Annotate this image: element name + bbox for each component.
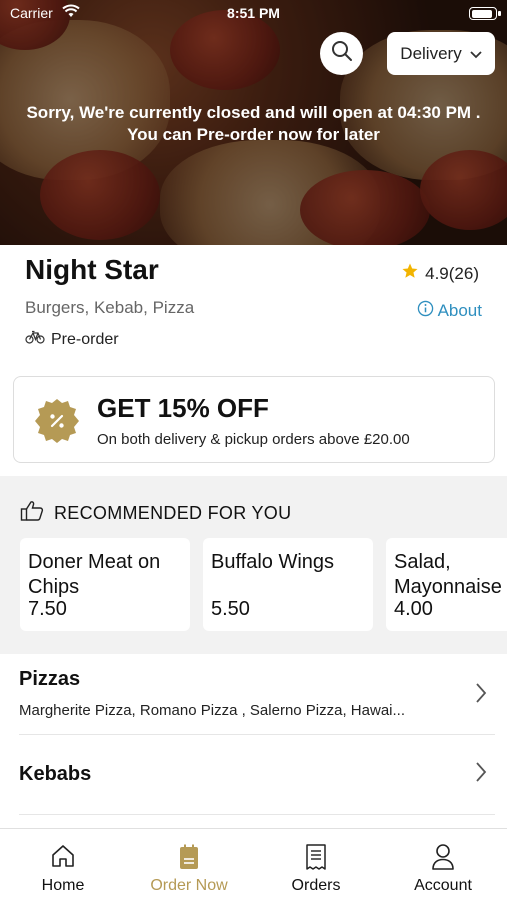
- recommended-item-name: Buffalo Wings: [211, 551, 335, 573]
- rating[interactable]: 4.9(26): [401, 262, 479, 285]
- closed-message-line2: You can Pre-order now for later: [127, 125, 380, 144]
- recommended-item-card[interactable]: Salad, Mayonnaise 4.00: [386, 538, 507, 631]
- recommended-item-name: Salad, Mayonnaise: [394, 551, 502, 598]
- rating-value: 4.9(26): [425, 263, 479, 283]
- receipt-icon: [304, 843, 328, 876]
- user-icon: [430, 843, 456, 876]
- order-bag-icon: [178, 843, 200, 876]
- recommended-item-price: 5.50: [211, 598, 250, 620]
- about-link[interactable]: About: [417, 300, 482, 322]
- chevron-right-icon: [475, 761, 487, 788]
- preorder-indicator: Pre-order: [25, 330, 119, 349]
- recommended-item-card[interactable]: Buffalo Wings 5.50: [203, 538, 373, 631]
- status-time: 8:51 PM: [227, 5, 280, 21]
- search-icon: [331, 40, 353, 67]
- search-button[interactable]: [320, 32, 363, 75]
- about-label: About: [437, 301, 482, 320]
- category-row-pizzas[interactable]: Pizzas Margherite Pizza, Romano Pizza , …: [0, 654, 507, 734]
- bicycle-icon: [25, 330, 45, 349]
- restaurant-screen: Carrier 8:51 PM Delivery Sorry, We're cu…: [0, 0, 507, 900]
- cuisine-list: Burgers, Kebab, Pizza: [25, 298, 195, 317]
- restaurant-name: Night Star: [25, 254, 159, 285]
- recommended-item-card[interactable]: Doner Meat on Chips 7.50: [20, 538, 190, 631]
- delivery-mode-label: Delivery: [400, 43, 462, 63]
- status-bar: Carrier 8:51 PM: [0, 0, 507, 26]
- category-divider: [19, 814, 495, 815]
- category-title: Kebabs: [19, 763, 92, 785]
- closed-message: Sorry, We're currently closed and will o…: [0, 102, 507, 146]
- closed-message-line1: Sorry, We're currently closed and will o…: [26, 103, 481, 122]
- recommended-item-price: 7.50: [28, 598, 67, 620]
- chevron-down-icon: [470, 44, 482, 64]
- home-icon: [50, 843, 76, 874]
- chevron-right-icon: [475, 682, 487, 709]
- recommended-section: RECOMMENDED FOR YOU Doner Meat on Chips …: [0, 476, 507, 654]
- recommended-item-name: Doner Meat on Chips: [28, 551, 161, 598]
- category-row-kebabs[interactable]: Kebabs: [0, 735, 507, 815]
- battery-icon: [469, 7, 501, 20]
- offer-title: GET 15% OFF: [97, 393, 269, 423]
- hero-banner: Carrier 8:51 PM Delivery Sorry, We're cu…: [0, 0, 507, 245]
- offer-subtitle: On both delivery & pickup orders above £…: [97, 431, 410, 448]
- delivery-mode-dropdown[interactable]: Delivery: [387, 32, 495, 75]
- tab-account[interactable]: Account: [380, 829, 506, 900]
- thumbs-up-icon: [20, 500, 44, 527]
- recommended-item-price: 4.00: [394, 598, 433, 620]
- tab-home-label: Home: [41, 877, 85, 894]
- tab-orders-label: Orders: [291, 877, 341, 894]
- tab-home[interactable]: Home: [0, 829, 126, 900]
- category-items: Margherite Pizza, Romano Pizza , Salerno…: [19, 702, 405, 719]
- info-icon: [417, 300, 434, 322]
- tab-order-now-label: Order Now: [150, 877, 228, 894]
- recommended-heading: RECOMMENDED FOR YOU: [54, 503, 292, 523]
- tab-account-label: Account: [414, 877, 472, 894]
- bottom-tab-bar: Home Order Now Orders Account: [0, 828, 507, 900]
- discount-badge-icon: [33, 397, 81, 445]
- tab-order-now[interactable]: Order Now: [126, 829, 252, 900]
- offer-card[interactable]: GET 15% OFF On both delivery & pickup or…: [13, 376, 495, 463]
- preorder-label: Pre-order: [51, 330, 119, 348]
- battery-level: [471, 9, 493, 18]
- tab-orders[interactable]: Orders: [253, 829, 379, 900]
- star-icon: [401, 262, 419, 285]
- recommended-header: RECOMMENDED FOR YOU: [20, 500, 291, 527]
- category-title: Pizzas: [19, 668, 81, 690]
